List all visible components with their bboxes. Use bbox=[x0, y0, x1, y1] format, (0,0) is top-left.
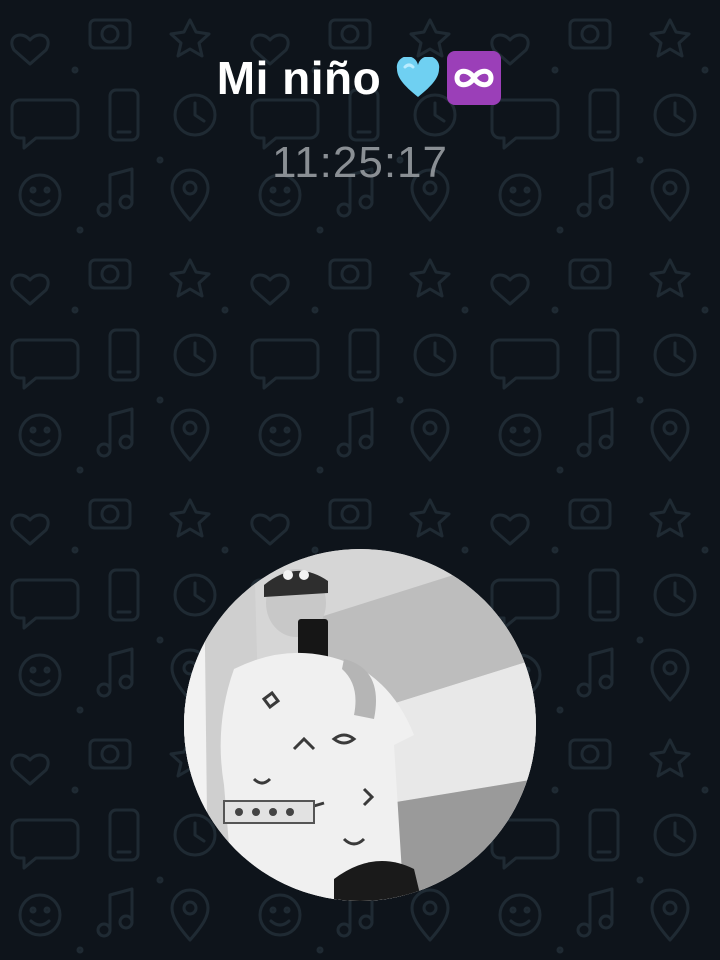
light-blue-heart-icon bbox=[397, 57, 440, 97]
call-timer: 11:25:17 bbox=[271, 138, 448, 187]
name-emojis bbox=[395, 49, 503, 107]
avatar bbox=[184, 549, 536, 901]
video-call-screen: Mi niño 11:25:17 bbox=[0, 0, 720, 960]
infinity-icon bbox=[447, 51, 502, 105]
call-header: Mi niño bbox=[0, 46, 720, 110]
profile-photo bbox=[184, 549, 536, 901]
contact-name: Mi niño bbox=[216, 52, 382, 104]
